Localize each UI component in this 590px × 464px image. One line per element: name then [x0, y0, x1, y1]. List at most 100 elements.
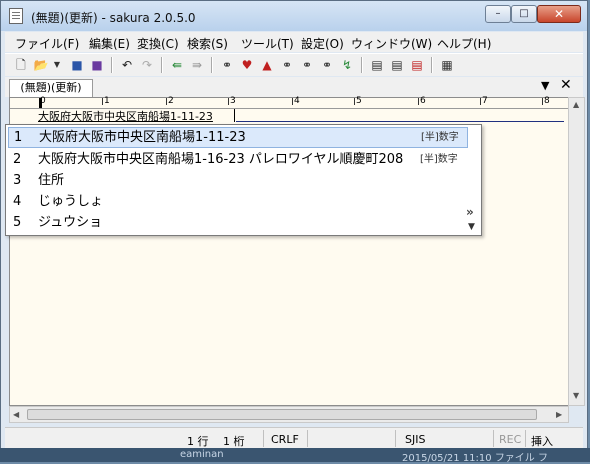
- candidate-tag: [半]数字: [421, 132, 459, 143]
- ruler-tick: [480, 98, 481, 105]
- scroll-up-icon[interactable]: ▲: [573, 100, 579, 109]
- ruler-tick: [166, 98, 167, 105]
- title-bar[interactable]: (無題)(更新) - sakura 2.0.5.0 – □ ✕: [1, 1, 587, 31]
- menu-search[interactable]: 検索(S): [187, 35, 228, 52]
- ruler-number: 1: [104, 96, 110, 106]
- ruler-number: 6: [420, 96, 426, 106]
- sakura-editor-window: (無題)(更新) - sakura 2.0.5.0 – □ ✕ ファイル(F) …: [0, 0, 588, 460]
- candidate-item-5[interactable]: 5 ジュウショ: [8, 212, 468, 233]
- status-insert-mode[interactable]: 挿入: [531, 433, 553, 449]
- candidate-number: 2: [13, 152, 22, 167]
- ruler-tick: [542, 98, 543, 105]
- candidate-text: 大阪府大阪市中央区南船場1-11-23: [39, 130, 246, 145]
- status-separator: [263, 430, 264, 447]
- menu-file[interactable]: ファイル(F): [15, 35, 79, 52]
- toolbar-separator: [361, 57, 363, 73]
- grep-icon[interactable]: ⚭: [319, 57, 335, 73]
- notepad-app-icon: [9, 8, 23, 24]
- text-cursor: [234, 109, 235, 122]
- status-bar: 1 行 1 桁 CRLF SJIS REC 挿入: [5, 427, 583, 450]
- horizontal-scrollbar[interactable]: ◀ ▶: [9, 406, 569, 423]
- ime-candidate-list: 1 大阪府大阪市中央区南船場1-11-23 [半]数字 2 大阪府大阪市中央区南…: [5, 124, 482, 236]
- tab-list-dropdown-icon[interactable]: ▼: [541, 79, 549, 92]
- toolbar-separator: [211, 57, 213, 73]
- jump-forward-icon[interactable]: ⇛: [189, 57, 205, 73]
- compare-icon[interactable]: ▤: [369, 57, 385, 73]
- scroll-left-icon[interactable]: ◀: [13, 410, 19, 419]
- status-column: 1 桁: [223, 435, 245, 448]
- dropdown-arrow-icon[interactable]: ▼: [49, 57, 65, 73]
- candidate-number: 1: [14, 130, 23, 145]
- ruler-number: 7: [482, 96, 488, 106]
- vertical-scrollbar[interactable]: ▲ ▼: [568, 97, 585, 406]
- tab-untitled[interactable]: (無題)(更新): [9, 79, 93, 97]
- ruler-tick: [292, 98, 293, 105]
- jump-back-icon[interactable]: ⇚: [169, 57, 185, 73]
- menu-window[interactable]: ウィンドウ(W): [351, 35, 432, 52]
- candidate-tag: [半]数字: [420, 154, 458, 165]
- new-file-icon[interactable]: 🗋: [13, 57, 29, 73]
- candidate-item-2[interactable]: 2 大阪府大阪市中央区南船場1-16-23 パレロワイヤル順慶町208 [半]数…: [8, 149, 468, 170]
- ruler-number: 5: [356, 96, 362, 106]
- status-separator: [493, 430, 494, 447]
- tab-strip: (無題)(更新) ▼ ✕: [5, 77, 583, 97]
- close-button[interactable]: ✕: [537, 5, 581, 23]
- menu-help[interactable]: ヘルプ(H): [437, 35, 491, 52]
- ruler-number: 4: [294, 96, 300, 106]
- status-separator: [395, 430, 396, 447]
- toolbar-separator: [111, 57, 113, 73]
- search-regex-icon[interactable]: ⚭: [279, 57, 295, 73]
- save-icon[interactable]: ■: [69, 57, 85, 73]
- status-encoding[interactable]: SJIS: [405, 433, 425, 446]
- menu-tools[interactable]: ツール(T): [241, 35, 294, 52]
- status-separator: [525, 430, 526, 447]
- editor-line-1[interactable]: 大阪府大阪市中央区南船場1-11-23: [38, 108, 213, 124]
- outline-icon[interactable]: ▤: [389, 57, 405, 73]
- ruler-number: 3: [230, 96, 236, 106]
- tag-jump-icon[interactable]: ↯: [339, 57, 355, 73]
- candidate-scroll-down-icon[interactable]: ▼: [468, 222, 475, 232]
- candidate-text: 大阪府大阪市中央区南船場1-16-23 パレロワイヤル順慶町208: [38, 152, 404, 167]
- toolbar-separator: [161, 57, 163, 73]
- maximize-button[interactable]: □: [511, 5, 537, 23]
- ruler-number: 2: [168, 96, 174, 106]
- search-down-icon[interactable]: ▲: [259, 57, 275, 73]
- status-rec[interactable]: REC: [499, 433, 521, 446]
- taskbar-strip: eaminan 2015/05/21 11:10 ファイル フ: [0, 448, 590, 464]
- horizontal-scroll-thumb[interactable]: [27, 409, 537, 420]
- status-separator: [307, 430, 308, 447]
- open-file-icon[interactable]: 📂: [33, 57, 49, 73]
- save-all-icon[interactable]: ■: [89, 57, 105, 73]
- window-title: (無題)(更新) - sakura 2.0.5.0: [31, 11, 196, 25]
- candidate-item-4[interactable]: 4 じゅうしょ: [8, 191, 468, 212]
- menu-convert[interactable]: 変換(C): [137, 35, 179, 52]
- status-eol[interactable]: CRLF: [271, 433, 299, 446]
- menu-edit[interactable]: 編集(E): [89, 35, 130, 52]
- tab-close-icon[interactable]: ✕: [560, 77, 572, 93]
- search-up-icon[interactable]: ♥: [239, 57, 255, 73]
- minimize-button[interactable]: –: [485, 5, 511, 23]
- search-binoculars-icon[interactable]: ⚭: [219, 57, 235, 73]
- candidate-item-1[interactable]: 1 大阪府大阪市中央区南船場1-11-23 [半]数字: [8, 127, 468, 148]
- menu-settings[interactable]: 設定(O): [301, 35, 344, 52]
- candidate-number: 4: [13, 194, 22, 209]
- expand-list-icon[interactable]: »: [466, 205, 474, 219]
- replace-icon[interactable]: ⚭: [299, 57, 315, 73]
- scroll-right-icon[interactable]: ▶: [556, 410, 562, 419]
- undo-icon[interactable]: ↶: [119, 57, 135, 73]
- taskbar-item[interactable]: eaminan: [180, 449, 224, 460]
- candidate-text: 住所: [38, 173, 65, 188]
- toolbar: 🗋 📂 ▼ ■ ■ ↶ ↷ ⇚ ⇛ ⚭ ♥ ▲ ⚭ ⚭ ⚭ ↯ ▤ ▤ ▤ ▦: [5, 53, 583, 76]
- scroll-down-icon[interactable]: ▼: [573, 391, 579, 400]
- ruler-tick: [354, 98, 355, 105]
- redo-icon[interactable]: ↷: [139, 57, 155, 73]
- menu-bar: ファイル(F) 編集(E) 変換(C) 検索(S) ツール(T) 設定(O) ウ…: [5, 32, 583, 52]
- toolbar-separator: [431, 57, 433, 73]
- ruler-number: 8: [544, 96, 550, 106]
- function-list-icon[interactable]: ▤: [409, 57, 425, 73]
- candidate-item-3[interactable]: 3 住所: [8, 170, 468, 191]
- settings-icon[interactable]: ▦: [439, 57, 455, 73]
- candidate-text: ジュウショ: [38, 215, 103, 230]
- ruler-tick: [228, 98, 229, 105]
- ruler-tick: [102, 98, 103, 105]
